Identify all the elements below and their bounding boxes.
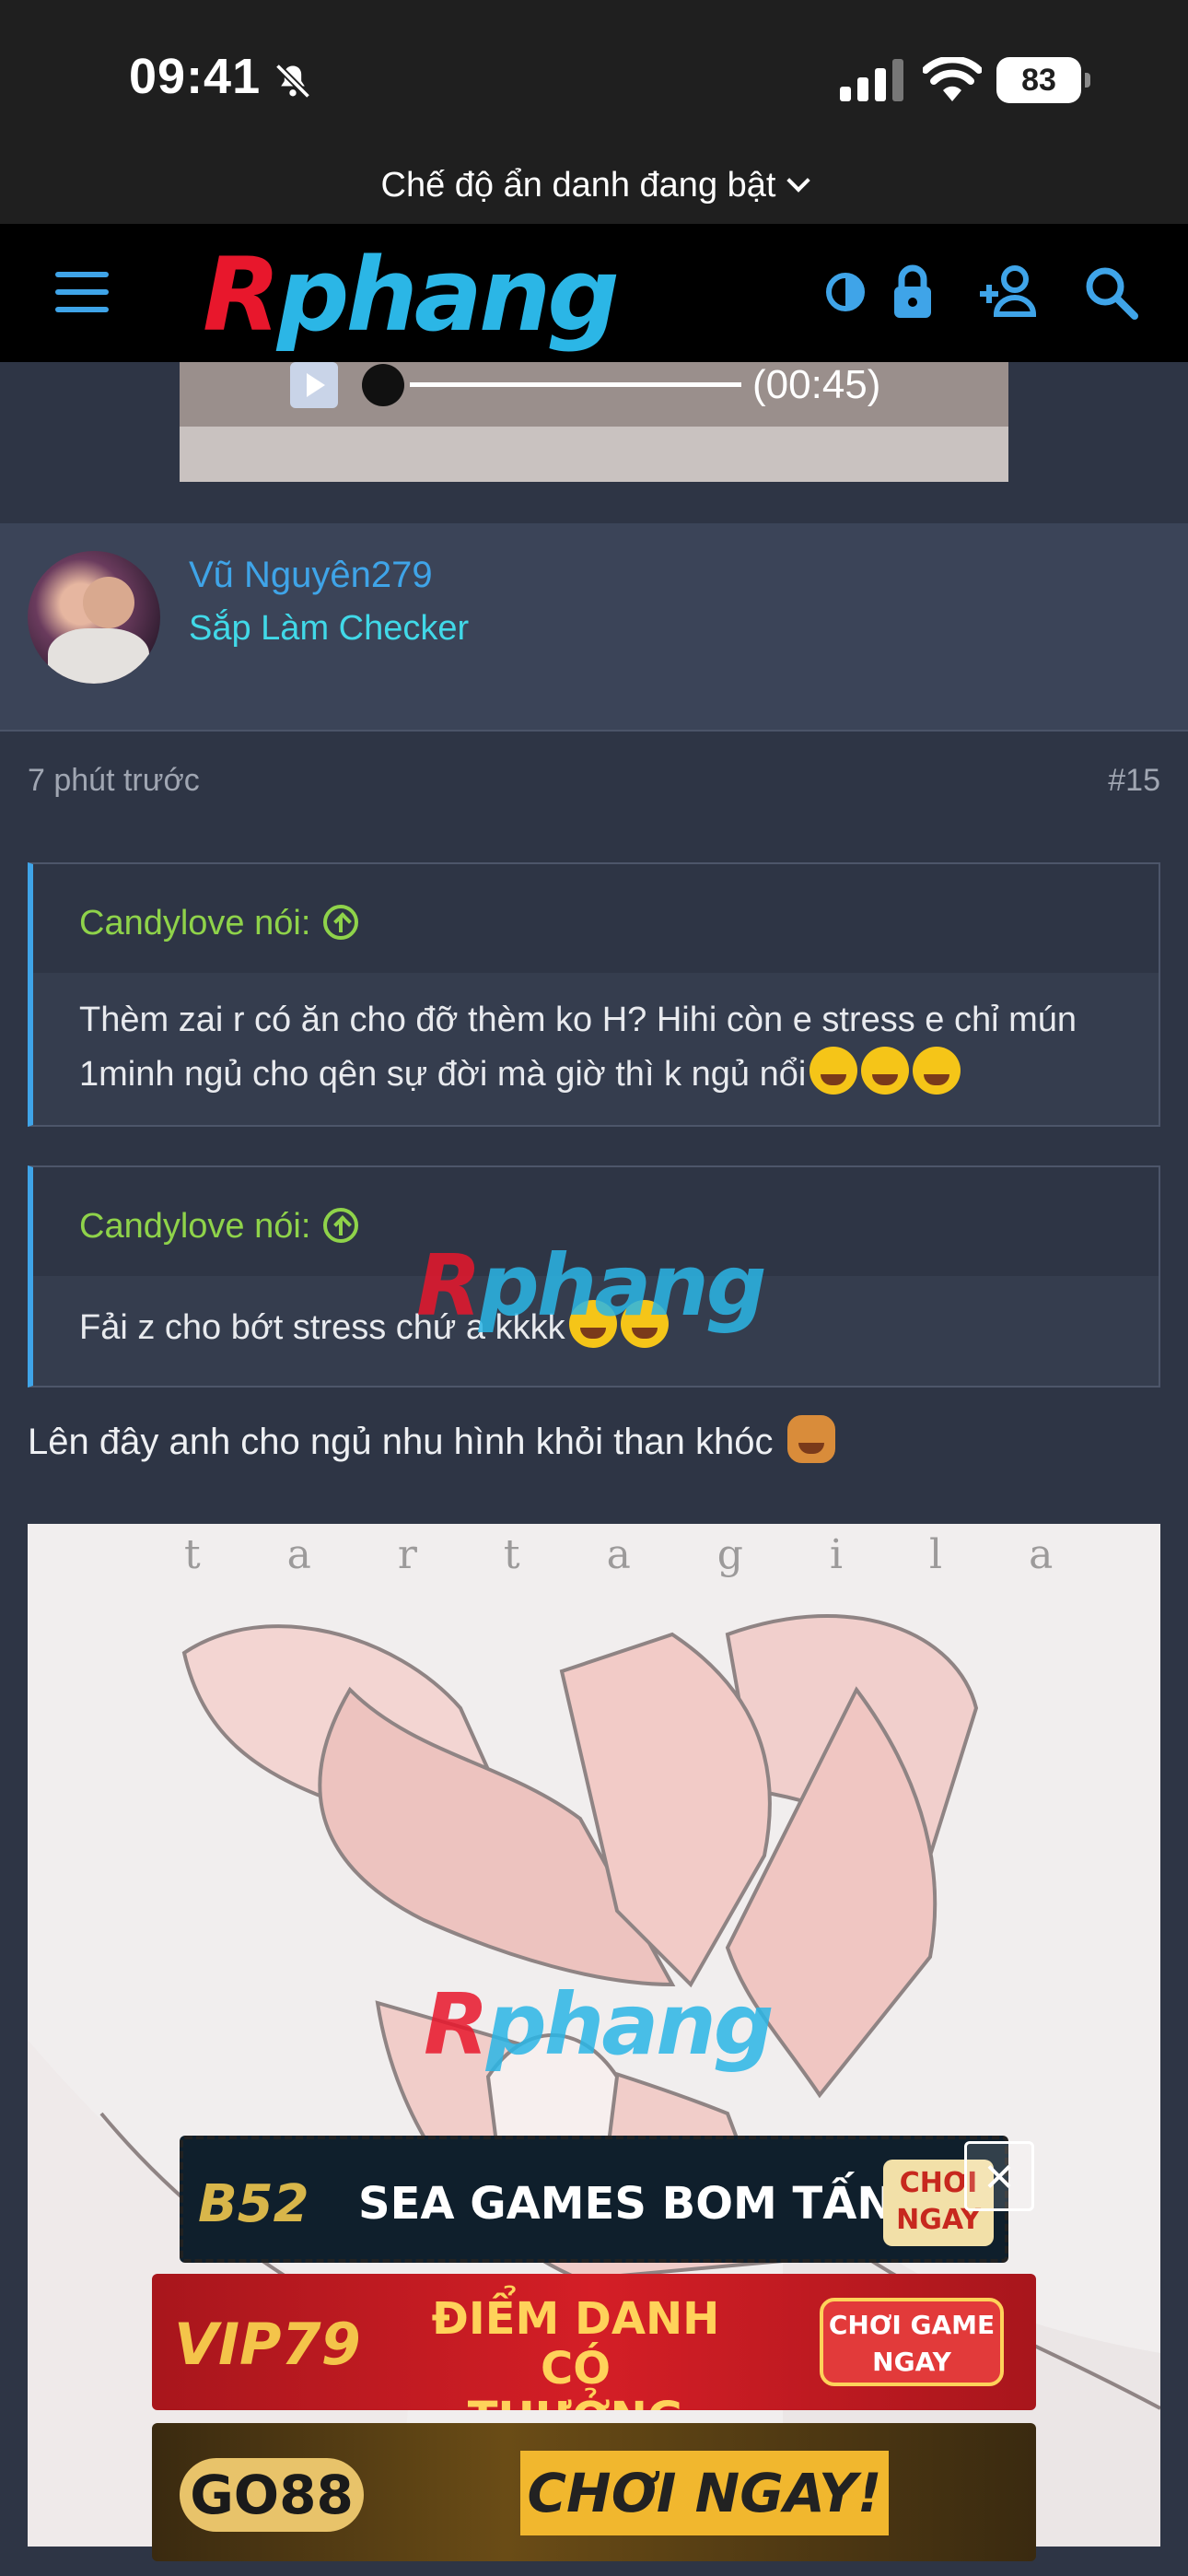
post-number[interactable]: #15	[1108, 763, 1160, 799]
theme-toggle-icon[interactable]	[812, 259, 879, 325]
site-header: Rphang	[0, 224, 1188, 362]
site-logo[interactable]: Rphang	[203, 244, 620, 345]
page: 09:41 83 Chế độ ẩn danh đang bật Rphang	[0, 0, 1188, 2576]
quote-block: Candylove nói: Thèm zai r có ăn cho đỡ t…	[28, 862, 1160, 1127]
crying-emoji-icon	[809, 1047, 858, 1095]
play-button[interactable]	[290, 362, 338, 408]
quote-author: Candylove nói:	[79, 1207, 311, 1246]
ad-brand: GO88	[180, 2458, 364, 2532]
crying-emoji-icon	[913, 1047, 961, 1095]
watermark-logo: Rphang	[416, 1236, 767, 1335]
ad-banner[interactable]: VIP79 ĐIỂM DANH CÓ THƯỞNG CHƠI GAME NGAY	[152, 2274, 1036, 2410]
close-ad-button[interactable]: ×	[964, 2141, 1034, 2211]
ad-text: ĐIỂM DANH CÓ THƯỞNG	[431, 2293, 720, 2410]
status-bar: 09:41 83	[0, 0, 1188, 161]
ad-cta[interactable]: CHƠI NGAY!	[520, 2451, 889, 2535]
seek-knob[interactable]	[362, 364, 404, 406]
incognito-mode-toggle[interactable]: Chế độ ẩn danh đang bật	[0, 166, 1188, 205]
quote-text: Thèm zai r có ăn cho đỡ thèm ko H? Hihi …	[33, 973, 1159, 1125]
avatar[interactable]	[28, 551, 160, 684]
quote-author: Candylove nói:	[79, 904, 311, 943]
sticker-emoji-icon	[786, 1415, 835, 1463]
username-link[interactable]: Vũ Nguyên279	[189, 555, 433, 596]
seek-track[interactable]	[410, 382, 741, 387]
video-frame	[180, 427, 1008, 482]
video-player[interactable]: (00:45)	[180, 362, 1008, 482]
video-duration: (00:45)	[752, 362, 881, 407]
status-time: 09:41	[129, 49, 262, 104]
ad-brand: VIP79	[174, 2311, 361, 2378]
post-time[interactable]: 7 phút trước	[28, 763, 200, 799]
quote-header[interactable]: Candylove nói:	[33, 864, 1159, 973]
incognito-label: Chế độ ẩn danh đang bật	[380, 166, 776, 205]
battery-indicator: 83	[996, 57, 1090, 103]
search-icon[interactable]	[1077, 259, 1144, 325]
wifi-icon	[923, 57, 982, 101]
cellular-signal-icon	[840, 59, 903, 101]
ad-banner[interactable]: B52 SEA GAMES BOM TẤN CHƠI NGAY	[180, 2136, 1008, 2263]
crying-emoji-icon	[861, 1047, 910, 1095]
lock-icon[interactable]	[879, 259, 946, 325]
user-title: Sắp Làm Checker	[189, 609, 470, 648]
post-author-block: Vũ Nguyên279 Sắp Làm Checker	[0, 523, 1188, 732]
ad-brand: B52	[198, 2174, 309, 2234]
go-to-quote-icon[interactable]	[323, 905, 359, 940]
ad-cta[interactable]: CHƠI GAME NGAY	[820, 2298, 1004, 2386]
menu-icon[interactable]	[55, 272, 109, 312]
watermark-logo: Rphang	[424, 1975, 775, 2074]
ad-banner[interactable]: GO88 CHƠI NGAY!	[152, 2423, 1036, 2561]
go-to-quote-icon[interactable]	[323, 1208, 359, 1243]
chevron-down-icon	[786, 169, 811, 193]
register-user-icon[interactable]	[976, 259, 1042, 325]
muted-bell-icon	[274, 63, 311, 100]
post-reply-text: Lên đây anh cho ngủ nhu hình khỏi than k…	[28, 1415, 835, 1463]
ad-text: SEA GAMES BOM TẤN	[358, 2178, 894, 2230]
